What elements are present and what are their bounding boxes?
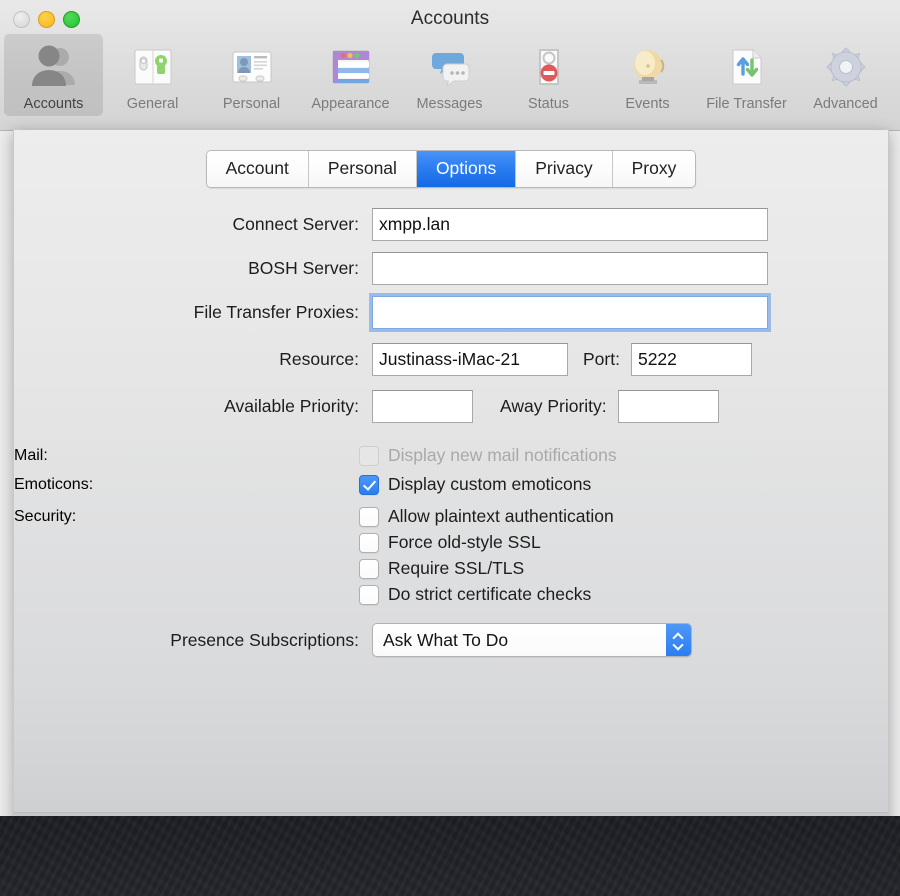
mail-row: Mail: Display new mail notifications <box>14 445 888 466</box>
tab-personal[interactable]: Personal <box>308 151 417 188</box>
events-icon <box>621 40 675 94</box>
force-old-style-ssl-label[interactable]: Force old-style SSL <box>388 532 541 553</box>
sheet-bottom-bar: Connect when Adium opens Cancel OK <box>14 812 888 816</box>
resource-port-row: Resource: Justinass-iMac-21 Port: 5222 <box>14 343 888 376</box>
toolbar-item-label: Accounts <box>23 96 84 112</box>
resource-label: Resource: <box>279 349 359 369</box>
security-row-4: Do strict certificate checks <box>14 584 888 605</box>
status-icon <box>522 40 576 94</box>
personal-icon <box>225 40 279 94</box>
custom-emoticons-checkbox[interactable] <box>359 474 379 495</box>
toolbar-item-label: Personal <box>222 96 281 112</box>
toolbar-item-label: File Transfer <box>706 96 787 112</box>
strict-certificate-checks-label[interactable]: Do strict certificate checks <box>388 584 591 605</box>
toolbar-item-appearance[interactable]: Appearance <box>301 34 400 116</box>
toolbar-item-file-transfer[interactable]: File Transfer <box>697 34 796 116</box>
messages-icon <box>423 40 477 94</box>
connect-server-input[interactable]: xmpp.lan <box>372 208 768 241</box>
toolbar-item-label: Events <box>625 96 670 112</box>
connect-server-label: Connect Server: <box>232 214 359 234</box>
tab-account[interactable]: Account <box>206 151 309 188</box>
require-ssl-tls-checkbox[interactable] <box>359 558 379 579</box>
presence-subscriptions-value: Ask What To Do <box>383 629 509 650</box>
emoticons-row: Emoticons: Display custom emoticons <box>14 474 888 495</box>
mail-notifications-checkbox <box>359 445 379 466</box>
available-priority-input[interactable] <box>372 390 473 423</box>
file-transfer-proxies-input[interactable] <box>372 296 768 329</box>
emoticons-label: Emoticons: <box>14 475 94 493</box>
advanced-icon <box>819 40 873 94</box>
toolbar-item-label: Appearance <box>311 96 390 112</box>
allow-plaintext-auth-checkbox[interactable] <box>359 506 379 527</box>
tab-segmented-control[interactable]: Account Personal Options Privacy Proxy <box>205 150 697 189</box>
sheet-tabbar: Account Personal Options Privacy Proxy <box>14 150 888 189</box>
custom-emoticons-label[interactable]: Display custom emoticons <box>388 474 591 495</box>
strict-certificate-checks-checkbox[interactable] <box>359 584 379 605</box>
tab-proxy[interactable]: Proxy <box>612 151 696 188</box>
appearance-icon <box>324 40 378 94</box>
account-options-sheet: Account Personal Options Privacy Proxy C… <box>13 130 889 816</box>
tab-options[interactable]: Options <box>416 151 517 188</box>
popup-stepper-icon[interactable] <box>666 624 691 656</box>
security-row-1: Security: Allow plaintext authentication <box>14 506 888 527</box>
security-row-3: Require SSL/TLS <box>14 558 888 579</box>
mail-label: Mail: <box>14 446 48 464</box>
require-ssl-tls-label[interactable]: Require SSL/TLS <box>388 558 524 579</box>
toolbar-item-label: Advanced <box>813 96 878 112</box>
file-transfer-proxies-row: File Transfer Proxies: <box>14 296 888 329</box>
options-form: Connect Server: xmpp.lan BOSH Server: Fi… <box>14 208 888 668</box>
file-transfer-proxies-label: File Transfer Proxies: <box>193 302 359 322</box>
toolbar-item-label: General <box>126 96 179 112</box>
preferences-window: Accounts Accounts General Personal Appea… <box>0 0 900 816</box>
allow-plaintext-auth-label[interactable]: Allow plaintext authentication <box>388 506 614 527</box>
away-priority-input[interactable] <box>617 390 719 423</box>
available-priority-label: Available Priority: <box>224 396 359 416</box>
preferences-toolbar[interactable]: Accounts General Personal Appearance Mes… <box>0 34 895 116</box>
file-transfer-icon <box>720 40 774 94</box>
security-label: Security: <box>14 507 77 525</box>
bosh-server-label: BOSH Server: <box>248 258 359 278</box>
port-input[interactable]: 5222 <box>630 343 752 376</box>
bosh-server-input[interactable] <box>372 252 768 285</box>
toolbar-item-label: Status <box>527 96 570 112</box>
away-priority-label: Away Priority: <box>500 396 607 416</box>
force-old-style-ssl-checkbox[interactable] <box>359 532 379 553</box>
toolbar-item-advanced[interactable]: Advanced <box>796 34 895 116</box>
toolbar-item-accounts[interactable]: Accounts <box>4 34 103 116</box>
accounts-icon <box>27 40 81 94</box>
toolbar-item-status[interactable]: Status <box>499 34 598 116</box>
bosh-server-row: BOSH Server: <box>14 252 888 285</box>
presence-subscriptions-label: Presence Subscriptions: <box>170 629 359 650</box>
toolbar-item-events[interactable]: Events <box>598 34 697 116</box>
tab-privacy[interactable]: Privacy <box>516 151 613 188</box>
presence-subscriptions-popup[interactable]: Ask What To Do <box>372 623 692 657</box>
port-label: Port: <box>583 349 620 369</box>
security-row-2: Force old-style SSL <box>14 532 888 553</box>
mail-notifications-label: Display new mail notifications <box>388 445 617 465</box>
chevron-down-icon <box>674 641 683 647</box>
toolbar-item-label: Messages <box>416 96 483 112</box>
window-title: Accounts <box>410 8 490 29</box>
chevron-up-icon <box>674 633 683 639</box>
general-icon <box>126 40 180 94</box>
presence-subscriptions-row: Presence Subscriptions: Ask What To Do <box>14 623 888 657</box>
toolbar-item-personal[interactable]: Personal <box>202 34 301 116</box>
resource-input[interactable]: Justinass-iMac-21 <box>372 343 568 376</box>
window-titlebar: Accounts Accounts General Personal Appea… <box>0 0 900 131</box>
toolbar-item-general[interactable]: General <box>103 34 202 116</box>
toolbar-item-messages[interactable]: Messages <box>400 34 499 116</box>
priority-row: Available Priority: Away Priority: <box>14 390 888 423</box>
connect-server-row: Connect Server: xmpp.lan <box>14 208 888 241</box>
